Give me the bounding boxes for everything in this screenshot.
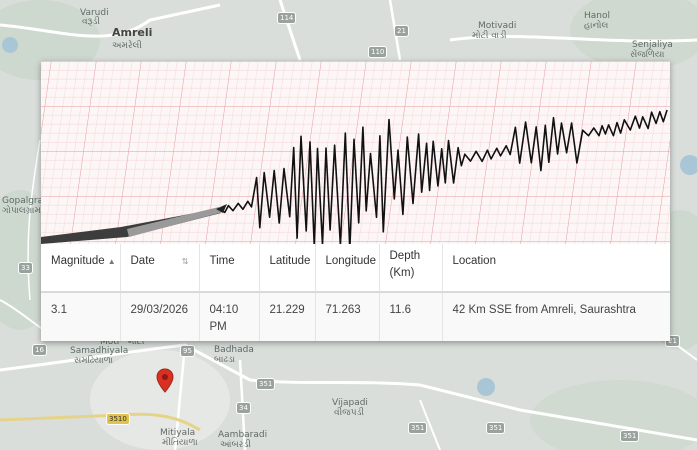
map-label-aambaradi: Aambaradi (218, 430, 268, 440)
map-label-mitiyala-gu: મીતિયાળા (162, 438, 198, 448)
magnitude-header-label: Magnitude (51, 255, 105, 267)
cell-location: 42 Km SSE from Amreli, Saurashtra (442, 292, 670, 341)
map-label-motivadi-gu: મોટી વાડી (472, 31, 507, 41)
road-shield-351-c: 351 (486, 422, 506, 434)
depth-header[interactable]: Depth (Km) (379, 244, 443, 293)
time-header[interactable]: Time (199, 244, 260, 293)
road-shield-114: 114 (277, 12, 297, 24)
cell-longitude: 71.263 (315, 292, 380, 341)
location-header[interactable]: Location (442, 244, 670, 293)
cell-date: 29/03/2026 (120, 292, 200, 341)
map-label-vijapadi-gu: વીજપડી (334, 408, 365, 418)
sort-both-icon[interactable]: ⇅ (182, 257, 189, 266)
time-header-label: Time (209, 255, 235, 267)
map-label-samadhiyala-gu: સમઢિયાળા (74, 356, 113, 366)
magnitude-header[interactable]: Magnitude ▲ (41, 244, 121, 293)
cell-time: 04:10 PM (199, 292, 260, 341)
date-header-label: Date (130, 255, 155, 267)
road-shield-351-b: 351 (408, 422, 428, 434)
road-shield-95: 95 (180, 345, 195, 357)
map-label-amreli: Amreli (112, 26, 153, 39)
road-shield-351-a: 351 (256, 378, 276, 390)
map-pin-icon[interactable] (156, 368, 174, 394)
map-label-varudi-gu: વરૂડી (82, 17, 100, 27)
earthquake-card: Magnitude ▲ Date ⇅ Time Latitude Longitude… (41, 61, 670, 341)
seismograph-image (41, 61, 670, 244)
date-header[interactable]: Date ⇅ (120, 244, 200, 293)
cell-latitude: 21.229 (259, 292, 316, 341)
map-label-senjaliya: Senjaliya (632, 40, 673, 50)
map-label-samadhiyala: Samadhiyala (70, 346, 129, 356)
longitude-header-label: Longitude (325, 255, 377, 267)
latitude-header[interactable]: Latitude (259, 244, 316, 293)
road-shield-33: 33 (18, 262, 33, 274)
earthquake-table: Magnitude ▲ Date ⇅ Time Latitude Longitude… (41, 244, 670, 341)
location-header-label: Location (452, 255, 496, 267)
sort-ascending-icon[interactable]: ▲ (108, 257, 116, 266)
road-shield-3510: 3510 (106, 413, 130, 425)
map-label-motivadi: Motivadi (478, 21, 517, 31)
table-row: 3.1 29/03/2026 04:10 PM 21.229 71.263 11… (41, 292, 670, 341)
map-label-gopalgram-gu: ગોપાલગ્રામ (2, 206, 41, 216)
cell-magnitude: 3.1 (41, 292, 121, 341)
longitude-header[interactable]: Longitude (315, 244, 380, 293)
road-shield-110: 110 (368, 46, 388, 58)
map-label-vijapadi: Vijapadi (332, 398, 368, 408)
road-shield-351-d: 351 (620, 430, 640, 442)
map-label-hanol-gu: હાનોલ (584, 21, 609, 31)
map-label-hanol: Hanol (584, 11, 610, 21)
map-label-aambaradi-gu: આંબરડી (220, 440, 251, 450)
road-shield-34: 34 (236, 402, 251, 414)
map-label-senjaliya-gu: સેંજળિયા (630, 50, 665, 60)
latitude-header-label: Latitude (269, 255, 311, 267)
table-header-row: Magnitude ▲ Date ⇅ Time Latitude Longitude… (41, 244, 670, 293)
depth-header-label: Depth (Km) (389, 250, 421, 279)
map-label-badhada-gu: બાઢડા (214, 355, 236, 365)
map-label-badhada: Badhada (214, 345, 254, 355)
map-label-amreli-gu: અમરેલી (112, 41, 142, 51)
road-shield-16: 16 (32, 344, 47, 356)
map-label-mitiyala: Mitiyala (160, 428, 196, 438)
cell-depth: 11.6 (379, 292, 443, 341)
road-shield-21: 21 (394, 25, 409, 37)
